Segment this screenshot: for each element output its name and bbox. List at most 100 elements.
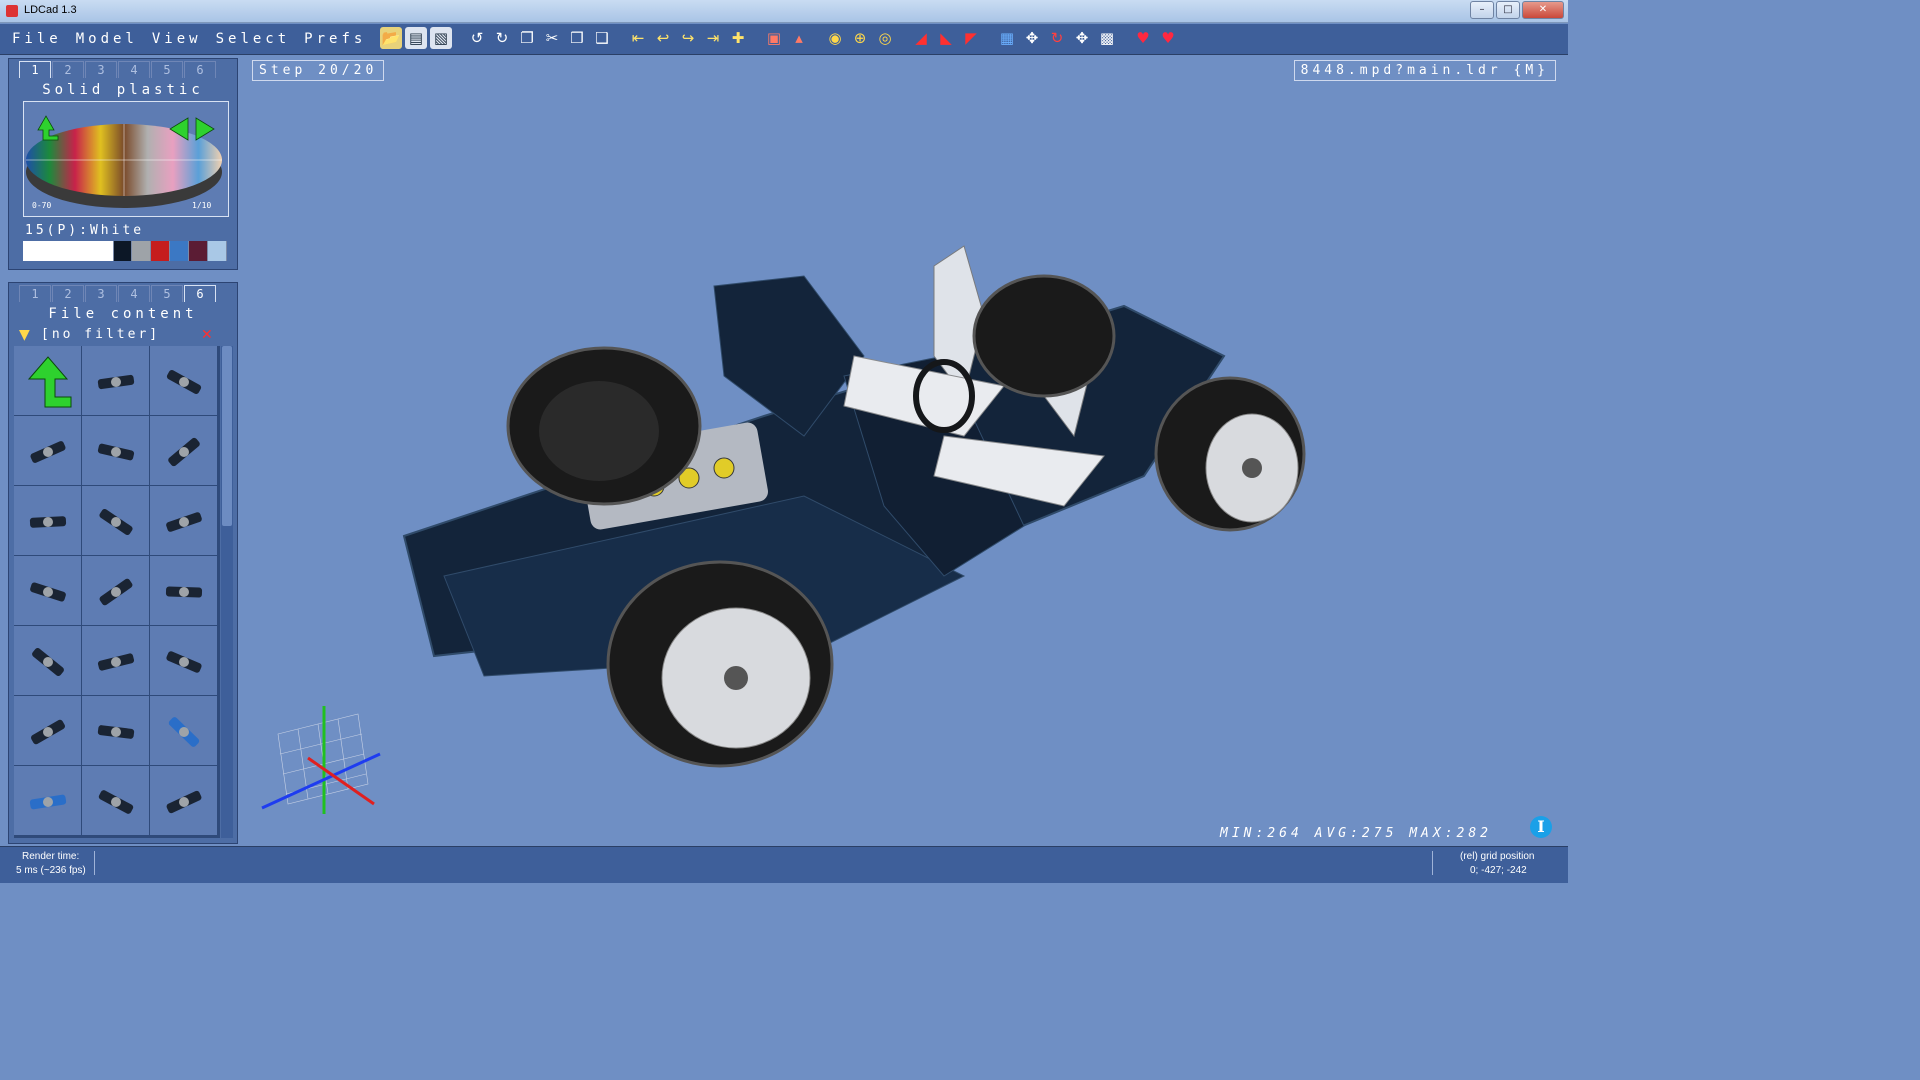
grid-position-value: 0; -427; -242 <box>1470 865 1527 876</box>
part-thumbnail[interactable] <box>82 556 149 625</box>
minimize-button[interactable]: – <box>1470 1 1494 19</box>
part-thumbnail[interactable] <box>14 416 81 485</box>
file-list-scrollbar[interactable] <box>221 346 233 838</box>
part-thumbnail[interactable] <box>82 416 149 485</box>
part-thumbnail[interactable] <box>82 346 149 415</box>
copy-icon[interactable]: ❐ <box>516 27 538 49</box>
color-swatch[interactable] <box>170 241 190 261</box>
add-step-icon[interactable]: ✚ <box>727 27 749 49</box>
info-icon[interactable]: I <box>1530 816 1552 838</box>
part-thumbnail[interactable] <box>14 626 81 695</box>
save-all-icon[interactable]: ▧ <box>430 27 452 49</box>
maximize-button[interactable]: □ <box>1496 1 1520 19</box>
clear-filter-icon[interactable]: ✕ <box>201 327 213 343</box>
part-thumbnail[interactable] <box>14 556 81 625</box>
color-swatch[interactable] <box>151 241 171 261</box>
part-thumbnail[interactable] <box>14 486 81 555</box>
move-icon[interactable]: ✥ <box>1021 27 1043 49</box>
save-icon[interactable]: ▤ <box>405 27 427 49</box>
favorite-add-icon[interactable]: ♥ <box>1157 27 1179 49</box>
part-thumbnail[interactable] <box>82 696 149 765</box>
rotate-icon[interactable]: ↻ <box>1046 27 1068 49</box>
open-icon[interactable]: 📂 <box>380 27 402 49</box>
file-tab-3[interactable]: 3 <box>85 285 117 302</box>
color-range-label: 0-70 <box>32 201 51 210</box>
front-right-wheel <box>1154 376 1306 532</box>
redo-icon[interactable]: ↻ <box>491 27 513 49</box>
color-tab-5[interactable]: 5 <box>151 61 183 78</box>
part-thumbnail[interactable] <box>82 626 149 695</box>
color-swatch[interactable] <box>113 241 133 261</box>
color-wheel-box[interactable]: 0-70 1/10 <box>23 101 229 217</box>
part-thumbnail[interactable] <box>150 556 217 625</box>
cut-icon[interactable]: ✂ <box>541 27 563 49</box>
file-tab-4[interactable]: 4 <box>118 285 150 302</box>
file-tab-2[interactable]: 2 <box>52 285 84 302</box>
part-thumbnail[interactable] <box>150 416 217 485</box>
menu-select[interactable]: Select <box>216 31 291 47</box>
last-step-icon[interactable]: ⇥ <box>702 27 724 49</box>
menu-model[interactable]: Model <box>76 31 138 47</box>
part-thumbnail[interactable] <box>14 766 81 835</box>
menu-file[interactable]: File <box>12 31 62 47</box>
part-thumbnail[interactable] <box>150 486 217 555</box>
toolbar: 📂 ▤ ▧ ↺ ↻ ❐ ✂ ❒ ❑ ⇤ ↩ ↪ ⇥ ✚ ▣ ▴ ◉ ⊕ ◎ ◢ … <box>380 27 1179 49</box>
file-tab-5[interactable]: 5 <box>151 285 183 302</box>
close-button[interactable]: ✕ <box>1522 1 1564 19</box>
grid-icon[interactable]: ◎ <box>874 27 896 49</box>
filter-bar: ▼ [no filter] ✕ <box>15 327 231 345</box>
lego-chassis-model[interactable] <box>244 56 1568 845</box>
scrollbar-thumb[interactable] <box>222 346 232 526</box>
arrow-up-icon[interactable] <box>37 115 59 141</box>
clip-icon[interactable]: ◤ <box>960 27 982 49</box>
select-area-icon[interactable]: ▩ <box>1096 27 1118 49</box>
undo-icon[interactable]: ↺ <box>466 27 488 49</box>
color-swatch[interactable] <box>23 241 114 261</box>
selected-color-label: 15(P):White <box>25 223 145 238</box>
menu-prefs[interactable]: Prefs <box>304 31 366 47</box>
grid-position-label: (rel) grid position <box>1460 851 1535 862</box>
recent-colors <box>23 241 227 261</box>
part-thumbnail[interactable] <box>150 346 217 415</box>
next-page-icon[interactable] <box>195 117 215 141</box>
color-wheel[interactable]: 0-70 1/10 <box>24 102 228 216</box>
color-tab-2[interactable]: 2 <box>52 61 84 78</box>
part-grid <box>14 346 220 838</box>
part-thumbnail[interactable] <box>150 766 217 835</box>
color-swatch[interactable] <box>208 241 227 261</box>
file-tab-1[interactable]: 1 <box>19 285 51 302</box>
color-tab-3[interactable]: 3 <box>85 61 117 78</box>
file-tab-6[interactable]: 6 <box>184 285 216 302</box>
part-thumbnail[interactable] <box>14 696 81 765</box>
prev-step-icon[interactable]: ↩ <box>652 27 674 49</box>
favorite-icon[interactable]: ♥ <box>1132 27 1154 49</box>
first-step-icon[interactable]: ⇤ <box>627 27 649 49</box>
status-bar: Render time: 5 ms (~236 fps) (rel) grid … <box>0 846 1568 883</box>
rotate-mode-icon[interactable]: ▦ <box>996 27 1018 49</box>
menu-view[interactable]: View <box>152 31 202 47</box>
paste-special-icon[interactable]: ❑ <box>591 27 613 49</box>
color-tab-6[interactable]: 6 <box>184 61 216 78</box>
rear-left-wheel <box>506 346 702 506</box>
group-icon[interactable]: ▣ <box>763 27 785 49</box>
part-thumbnail[interactable] <box>82 766 149 835</box>
part-thumbnail[interactable] <box>150 696 217 765</box>
next-step-icon[interactable]: ↪ <box>677 27 699 49</box>
hide-icon[interactable]: ◢ <box>910 27 932 49</box>
filter-icon[interactable]: ▼ <box>19 327 30 343</box>
color-swatch[interactable] <box>132 241 152 261</box>
part-thumbnail[interactable] <box>150 626 217 695</box>
part-thumbnail[interactable] <box>82 486 149 555</box>
color-tab-4[interactable]: 4 <box>118 61 150 78</box>
snap-icon[interactable]: ⊕ <box>849 27 871 49</box>
ungroup-icon[interactable]: ▴ <box>788 27 810 49</box>
parent-folder-icon[interactable] <box>14 346 81 415</box>
color-swatch[interactable] <box>189 241 209 261</box>
filter-text[interactable]: [no filter] <box>41 327 160 342</box>
paste-icon[interactable]: ❒ <box>566 27 588 49</box>
pan-icon[interactable]: ✥ <box>1071 27 1093 49</box>
unhide-icon[interactable]: ◣ <box>935 27 957 49</box>
color-tab-1[interactable]: 1 <box>19 61 51 78</box>
color-icon[interactable]: ◉ <box>824 27 846 49</box>
3d-viewport[interactable]: Step 20/20 8448.mpd?main.ldr {M} MIN:264… <box>244 56 1568 845</box>
